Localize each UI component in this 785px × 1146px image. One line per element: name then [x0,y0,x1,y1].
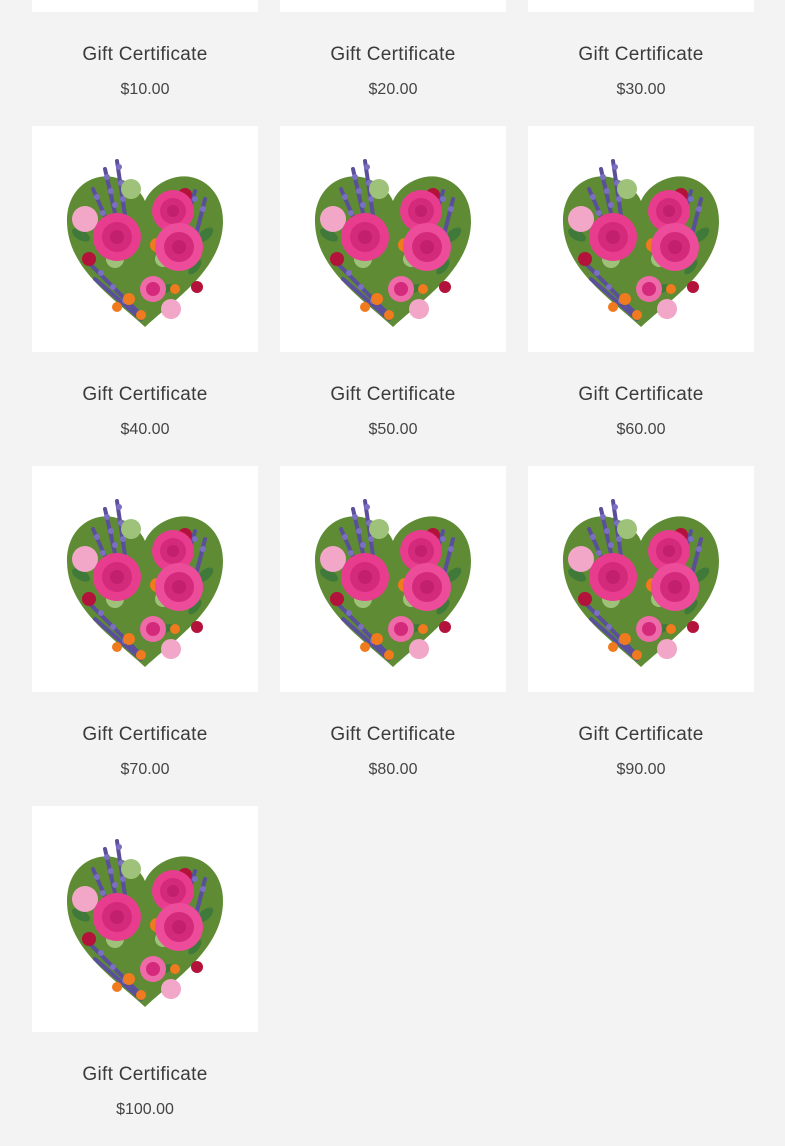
product-price: $20.00 [368,81,418,98]
product-image[interactable] [32,806,258,1032]
product-name[interactable]: Gift Certificate [528,44,754,66]
flower-heart-bouquet-icon [65,159,225,329]
product-price: $40.00 [120,421,170,438]
product-card[interactable]: Gift Certificate $60.00 [528,126,754,466]
product-image[interactable] [280,126,506,352]
product-image[interactable] [528,126,754,352]
flower-heart-bouquet-icon [313,159,473,329]
product-grid: Gift Certificate $10.00 Gift Certificate… [32,0,754,1146]
product-card[interactable]: Gift Certificate $30.00 [528,0,754,126]
flower-heart-bouquet-icon [561,499,721,669]
flower-heart-bouquet-icon [561,159,721,329]
product-card[interactable]: Gift Certificate $90.00 [528,466,754,806]
product-price: $30.00 [616,81,666,98]
product-name[interactable]: Gift Certificate [528,724,754,746]
product-image[interactable] [32,0,258,12]
product-price: $70.00 [120,761,170,778]
product-image[interactable] [528,466,754,692]
product-card[interactable]: Gift Certificate $50.00 [280,126,506,466]
product-price: $50.00 [368,421,418,438]
product-image[interactable] [32,126,258,352]
product-name[interactable]: Gift Certificate [32,1064,258,1086]
product-price: $60.00 [616,421,666,438]
product-name[interactable]: Gift Certificate [32,724,258,746]
product-price: $80.00 [368,761,418,778]
product-name[interactable]: Gift Certificate [280,384,506,406]
product-name[interactable]: Gift Certificate [280,724,506,746]
product-card[interactable]: Gift Certificate $80.00 [280,466,506,806]
product-image[interactable] [280,0,506,12]
product-name[interactable]: Gift Certificate [528,384,754,406]
product-card[interactable]: Gift Certificate $10.00 [32,0,258,126]
product-card[interactable]: Gift Certificate $20.00 [280,0,506,126]
product-name[interactable]: Gift Certificate [280,44,506,66]
product-card[interactable]: Gift Certificate $40.00 [32,126,258,466]
product-card[interactable]: Gift Certificate $100.00 [32,806,258,1146]
product-price: $10.00 [120,81,170,98]
product-price: $100.00 [116,1101,174,1118]
product-name[interactable]: Gift Certificate [32,384,258,406]
product-image[interactable] [280,466,506,692]
flower-heart-bouquet-icon [313,499,473,669]
flower-heart-bouquet-icon [65,839,225,1009]
product-image[interactable] [32,466,258,692]
product-price: $90.00 [616,761,666,778]
product-name[interactable]: Gift Certificate [32,44,258,66]
product-image[interactable] [528,0,754,12]
flower-heart-bouquet-icon [65,499,225,669]
product-card[interactable]: Gift Certificate $70.00 [32,466,258,806]
